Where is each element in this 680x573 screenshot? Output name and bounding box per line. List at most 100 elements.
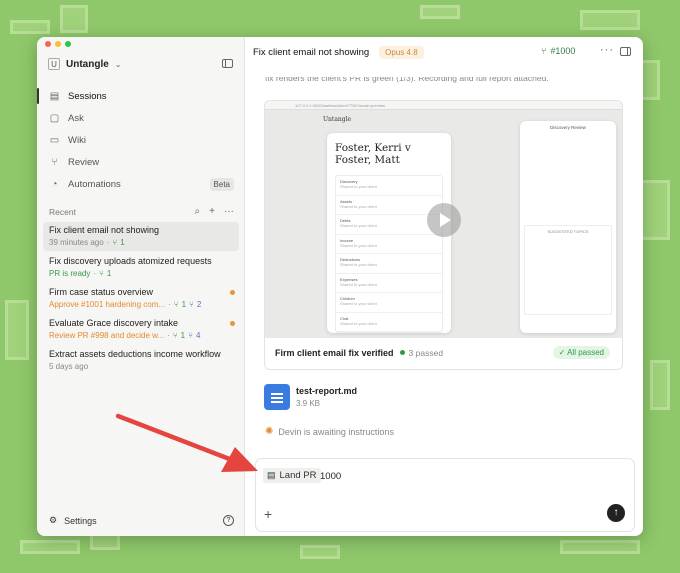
session-item[interactable]: Extract assets deductions income workflo… [43,346,239,375]
pull-request-icon: ⑂ [541,46,547,56]
background-block [560,540,640,554]
nav-label: Review [68,156,100,168]
preview-url: 127.0.0.1:3000/matters/client/7735?mode=… [265,101,622,110]
message-composer[interactable]: ▤ Land PR 1000 + ↑ [255,458,635,532]
session-list: Fix client email not showing 39 minutes … [43,222,239,377]
session-item[interactable]: Fix client email not showing 39 minutes … [43,222,239,251]
background-block [580,10,640,30]
command-chip[interactable]: ▤ Land PR [263,468,321,483]
chevron-down-icon: ⌄ [114,59,122,69]
card-footer: Firm client email fix verified 3 passed … [265,336,622,369]
background-block [60,5,88,33]
nav-item-sessions[interactable]: ▤ Sessions [37,85,244,107]
all-passed-badge: ✓ All passed [552,346,610,359]
recent-label: Recent [49,206,76,217]
automations-icon: ◔ [51,178,58,190]
session-title: Extract assets deductions income workflo… [49,349,221,359]
nav-item-review[interactable]: ⑂ Review [37,151,244,173]
play-icon[interactable] [427,203,461,237]
app-window: U Untangle ⌄ ▤ Sessions ▢ Ask ▭ Wiki ⑂ R… [37,37,643,536]
video-preview[interactable]: 127.0.0.1:3000/matters/client/7735?mode=… [265,101,622,338]
preview-row: Assets Shared to your client [336,196,442,215]
background-block [640,180,670,240]
pr-open-icon: ⑂ [173,300,179,309]
recent-header: Recent ⌕ + ··· [49,206,234,217]
pr-link[interactable]: ⑂ #1000 [541,46,575,56]
preview-panel-title: Discovery Review [550,125,586,130]
preview-row: Deductions Shared to your client [336,254,442,274]
preview-brand: Untangle [323,116,352,123]
session-item[interactable]: Evaluate Grace discovery intake Review P… [43,315,239,344]
pr-number: #1000 [550,46,576,56]
session-title: Firm case status overview [49,287,154,297]
workspace-name: Untangle [66,58,109,70]
session-item[interactable]: Fix discovery uploads atomized requests … [43,253,239,282]
workspace-switcher[interactable]: U Untangle ⌄ [48,58,121,70]
nav-item-automations[interactable]: ◔ Automations Beta [37,173,244,195]
file-size: 3.9 KB [296,399,321,408]
sidebar-footer: ⚙ Settings ? [49,515,234,526]
settings-link[interactable]: Settings [64,516,97,526]
status-line: ✺ Devin is awaiting instructions [265,426,394,437]
preview-heading: Foster, Kerri v Foster, Matt [335,142,411,166]
background-block [420,5,460,19]
pr-merged-icon: ⑂ [188,331,193,340]
pr-open-count: 1 [181,300,187,309]
nav-item-ask[interactable]: ▢ Ask [37,107,244,129]
send-button[interactable]: ↑ [607,504,625,522]
add-session-icon[interactable]: + [209,206,215,217]
background-block [10,20,50,34]
maximize-window-button[interactable] [65,41,71,47]
sidebar-toggle-icon[interactable] [222,59,233,68]
session-item[interactable]: Firm case status overview Approve #1001 … [43,284,239,313]
document-icon: ▤ [267,470,276,480]
settings-icon[interactable]: ⚙ [49,515,57,526]
session-header: Fix client email not showing Opus 4.8 [245,37,643,67]
session-title: Evaluate Grace discovery intake [49,318,179,328]
pr-merged-icon: ⑂ [189,300,194,309]
preview-row: Income Shared to your client [336,235,442,254]
session-time: 39 minutes ago [49,238,104,247]
session-title: Fix client email not showing [253,46,370,58]
preview-row: Discovery Shared to your client [336,176,442,196]
session-title: Fix client email not showing [49,225,160,235]
help-icon[interactable]: ? [223,515,234,526]
background-block [650,360,670,410]
composer-input[interactable]: 1000 [320,471,341,482]
model-badge[interactable]: Opus 4.8 [379,45,424,59]
passed-count: 3 passed [399,348,443,358]
more-options-icon[interactable]: ··· [600,44,614,56]
file-attachment[interactable]: test-report.md 3.9 KB [264,384,357,410]
close-window-button[interactable] [45,41,51,47]
search-icon[interactable]: ⌕ [195,206,201,217]
nav-label: Ask [68,112,84,124]
nav-label: Wiki [68,134,86,146]
more-icon[interactable]: ··· [224,206,234,217]
ask-icon: ▢ [49,112,60,124]
sidebar: U Untangle ⌄ ▤ Sessions ▢ Ask ▭ Wiki ⑂ R… [37,37,245,536]
pr-count: 1 [120,238,125,247]
preview-side-panel: Discovery Review SUGGESTED TOPICS [520,121,616,333]
session-status: PR is ready [49,269,91,278]
status-text: Devin is awaiting instructions [278,426,394,437]
pr-open-icon: ⑂ [172,331,178,340]
unread-dot [230,290,235,295]
right-panel-toggle-icon[interactable] [620,47,631,56]
minimize-window-button[interactable] [55,41,61,47]
sessions-icon: ▤ [49,90,60,102]
background-block [5,300,29,360]
pr-count: 1 [106,269,112,278]
verification-card[interactable]: 127.0.0.1:3000/matters/client/7735?mode=… [264,100,623,370]
add-attachment-icon[interactable]: + [264,506,272,522]
card-title: Firm client email fix verified [275,347,394,358]
wiki-icon: ▭ [49,134,60,146]
session-time: 5 days ago [49,362,89,371]
window-controls [45,41,71,47]
preview-row: Children Shared to your client [336,293,442,313]
pr-merged-count: 4 [195,331,201,340]
workspace-avatar: U [48,58,60,70]
status-dot-icon [399,350,405,355]
nav-item-wiki[interactable]: ▭ Wiki [37,129,244,151]
devin-logo-icon: ✺ [265,426,274,437]
pr-icon: ⑂ [99,269,104,278]
